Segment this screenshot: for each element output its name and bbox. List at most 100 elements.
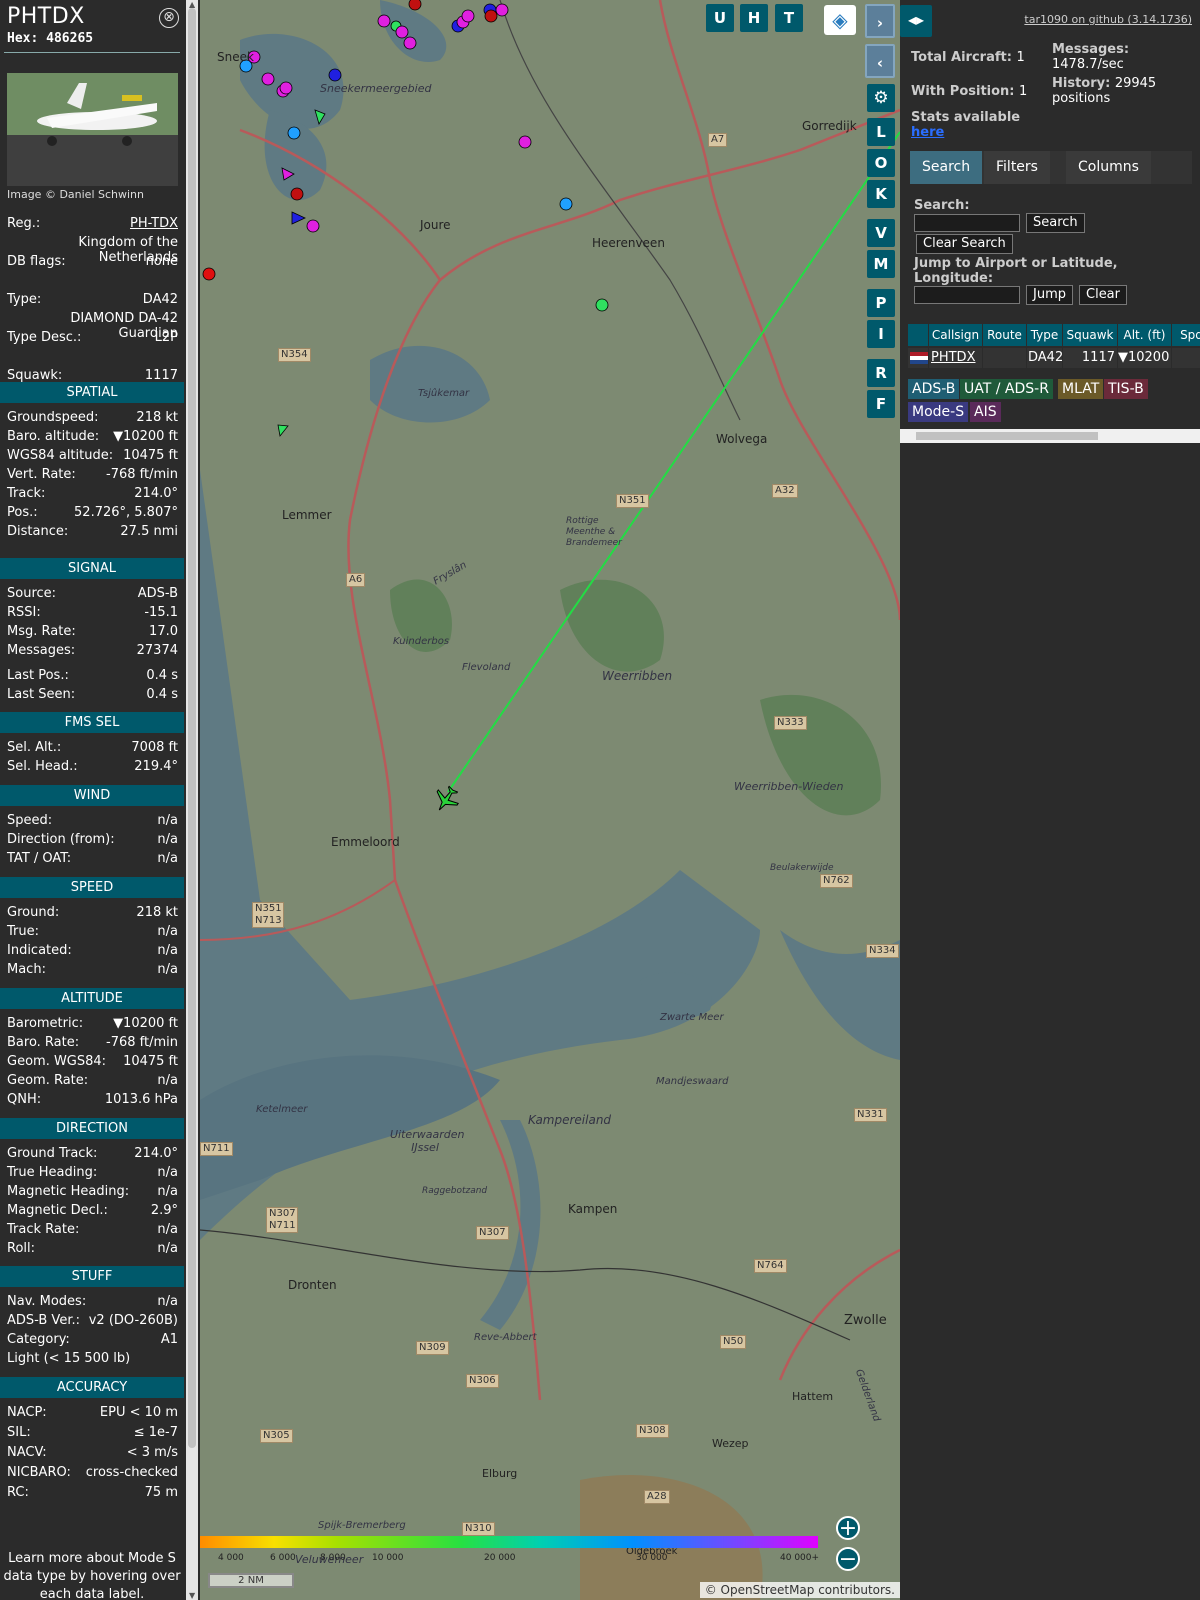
- toggle-f-button[interactable]: F: [867, 390, 895, 418]
- detail-label[interactable]: Speed:: [7, 813, 52, 828]
- sidebar-scroll-thumb[interactable]: [188, 8, 196, 1448]
- close-icon[interactable]: ⊗: [159, 8, 179, 28]
- detail-label[interactable]: Groundspeed:: [7, 410, 98, 425]
- detail-label[interactable]: Last Seen:: [7, 687, 75, 702]
- toggle-t-button[interactable]: T: [775, 4, 803, 32]
- chevron-right-icon[interactable]: ›: [865, 4, 895, 38]
- zoom-in-icon[interactable]: +: [836, 1516, 860, 1540]
- aircraft-photo[interactable]: [7, 73, 178, 186]
- column-header-squawk[interactable]: Squawk: [1063, 324, 1118, 346]
- detail-label[interactable]: Reg.:: [7, 216, 40, 231]
- table-scroll-thumb[interactable]: [916, 432, 1098, 440]
- detail-label[interactable]: ADS-B Ver.:: [7, 1313, 80, 1328]
- detail-label[interactable]: Nav. Modes:: [7, 1294, 86, 1309]
- toggle-r-button[interactable]: R: [867, 359, 895, 387]
- detail-label[interactable]: Sel. Head.:: [7, 759, 78, 774]
- detail-value[interactable]: PH-TDX: [130, 216, 178, 231]
- detail-label[interactable]: Type:: [7, 292, 41, 307]
- clear-jump-button[interactable]: Clear: [1079, 285, 1127, 305]
- detail-label[interactable]: NACV:: [7, 1445, 47, 1460]
- toggle-o-button[interactable]: O: [867, 149, 895, 177]
- detail-label[interactable]: Mach:: [7, 962, 46, 977]
- detail-label[interactable]: Barometric:: [7, 1016, 83, 1031]
- detail-label[interactable]: NICBARO:: [7, 1465, 71, 1480]
- scroll-down-icon[interactable]: ▼: [189, 1591, 195, 1600]
- jump-input[interactable]: [914, 286, 1020, 304]
- detail-label[interactable]: Messages:: [7, 643, 75, 658]
- detail-label[interactable]: Roll:: [7, 1241, 35, 1256]
- settings-gear-icon[interactable]: ⚙: [867, 84, 895, 112]
- table-row-flag[interactable]: [908, 348, 929, 368]
- table-row-squawk[interactable]: 1117: [1063, 348, 1118, 368]
- search-button[interactable]: Search: [1026, 213, 1085, 233]
- table-row-speed[interactable]: [1172, 348, 1200, 368]
- detail-label[interactable]: True:: [7, 924, 39, 939]
- toggle-h-button[interactable]: H: [740, 4, 768, 32]
- detail-label[interactable]: Category:: [7, 1332, 70, 1347]
- detail-label[interactable]: Vert. Rate:: [7, 467, 76, 482]
- tab-columns[interactable]: Columns: [1066, 151, 1151, 184]
- clear-search-button[interactable]: Clear Search: [916, 234, 1013, 254]
- detail-label[interactable]: Track Rate:: [7, 1222, 79, 1237]
- github-link[interactable]: tar1090 on github (3.14.1736): [1024, 13, 1192, 26]
- zoom-out-icon[interactable]: −: [836, 1547, 860, 1571]
- detail-label[interactable]: Baro. altitude:: [7, 429, 99, 444]
- detail-label[interactable]: RC:: [7, 1485, 29, 1500]
- detail-label[interactable]: Magnetic Heading:: [7, 1184, 129, 1199]
- detail-label[interactable]: Source:: [7, 586, 56, 601]
- detail-label[interactable]: SIL:: [7, 1425, 31, 1440]
- column-header-callsign[interactable]: Callsign: [929, 324, 983, 346]
- expand-arrows-icon[interactable]: ◂▸: [900, 5, 932, 37]
- detail-label[interactable]: QNH:: [7, 1092, 41, 1107]
- detail-label[interactable]: Magnetic Decl.:: [7, 1203, 108, 1218]
- detail-label[interactable]: Geom. WGS84:: [7, 1054, 106, 1069]
- table-row-altitude[interactable]: ▼10200: [1118, 348, 1172, 368]
- detail-label[interactable]: NACP:: [7, 1405, 47, 1420]
- table-row-type[interactable]: DA42: [1027, 348, 1063, 368]
- tab-search[interactable]: Search: [910, 151, 983, 184]
- search-input[interactable]: [914, 214, 1020, 232]
- detail-label[interactable]: DB flags:: [7, 254, 66, 269]
- column-header-altitude[interactable]: Alt. (ft): [1118, 324, 1172, 346]
- detail-label[interactable]: Last Pos.:: [7, 668, 69, 683]
- detail-label[interactable]: RSSI:: [7, 605, 41, 620]
- toggle-p-button[interactable]: P: [867, 289, 895, 317]
- detail-label[interactable]: True Heading:: [7, 1165, 97, 1180]
- detail-label[interactable]: Pos.:: [7, 505, 38, 520]
- map-attribution[interactable]: © OpenStreetMap contributors.: [699, 1582, 900, 1598]
- detail-label[interactable]: Squawk:: [7, 368, 62, 383]
- detail-label[interactable]: Track:: [7, 486, 45, 501]
- table-row-route[interactable]: [983, 348, 1027, 368]
- tab-filters[interactable]: Filters: [984, 151, 1050, 184]
- toggle-m-button[interactable]: M: [867, 250, 895, 278]
- detail-label[interactable]: Geom. Rate:: [7, 1073, 88, 1088]
- stats-link[interactable]: here: [911, 125, 944, 140]
- toggle-k-button[interactable]: K: [867, 180, 895, 208]
- map-view[interactable]: Sneek Sneekermeergebied Joure Heerenveen…: [200, 0, 900, 1600]
- column-header-type[interactable]: Type: [1027, 324, 1063, 346]
- detail-label[interactable]: Ground Track:: [7, 1146, 97, 1161]
- column-header-route[interactable]: Route: [983, 324, 1027, 346]
- detail-label[interactable]: Sel. Alt.:: [7, 740, 61, 755]
- chevron-left-icon[interactable]: ‹: [865, 44, 895, 78]
- detail-label[interactable]: TAT / OAT:: [7, 851, 71, 866]
- detail-label[interactable]: Direction (from):: [7, 832, 115, 847]
- detail-label[interactable]: Indicated:: [7, 943, 72, 958]
- column-header-speed[interactable]: Spd: [1172, 324, 1200, 346]
- detail-label[interactable]: Msg. Rate:: [7, 624, 76, 639]
- table-horizontal-scrollbar[interactable]: [900, 429, 1200, 443]
- toggle-v-button[interactable]: V: [867, 219, 895, 247]
- detail-label[interactable]: Light (< 15 500 lb): [7, 1351, 130, 1366]
- detail-label[interactable]: Type Desc.:: [7, 330, 81, 345]
- jump-button[interactable]: Jump: [1026, 285, 1073, 305]
- detail-label[interactable]: WGS84 altitude:: [7, 448, 113, 463]
- toggle-l-button[interactable]: L: [867, 118, 895, 146]
- sidebar-scrollbar[interactable]: ▲ ▼: [186, 0, 198, 1600]
- detail-label[interactable]: Distance:: [7, 524, 68, 539]
- toggle-i-button[interactable]: I: [867, 320, 895, 348]
- detail-label[interactable]: Baro. Rate:: [7, 1035, 79, 1050]
- layers-icon[interactable]: ◈: [824, 5, 856, 35]
- toggle-u-button[interactable]: U: [706, 4, 734, 32]
- detail-label[interactable]: Ground:: [7, 905, 59, 920]
- table-row-callsign[interactable]: PHTDX: [929, 348, 983, 368]
